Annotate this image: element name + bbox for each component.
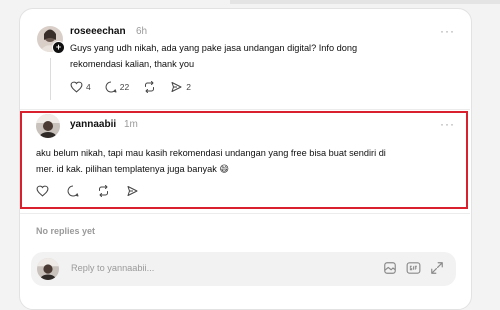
share-button[interactable]: 2 [170, 81, 191, 93]
divider-bottom [20, 213, 470, 214]
comment-icon [105, 81, 117, 93]
repost-button[interactable] [143, 81, 156, 93]
plus-icon[interactable]: + [52, 41, 65, 54]
parent-actions: 4 22 2 [70, 81, 205, 93]
thread-line [50, 58, 51, 100]
top-strip [230, 0, 500, 4]
reply-placeholder[interactable]: Reply to yannaabii... [71, 263, 154, 273]
share-count: 2 [186, 82, 191, 92]
like-button[interactable]: 4 [70, 81, 91, 93]
highlight-box [20, 111, 468, 209]
parent-post-text-line1: Guys yang udh nikah, ada yang pake jasa … [70, 43, 358, 53]
gif-icon[interactable] [406, 261, 421, 280]
parent-timestamp: 6h [136, 26, 148, 37]
repost-icon [143, 81, 156, 93]
reply-input-avatar [37, 258, 59, 280]
no-replies-label: No replies yet [36, 226, 96, 236]
reply-input[interactable]: Reply to yannaabii... [31, 252, 456, 286]
divider-top [20, 109, 470, 110]
comment-button[interactable]: 22 [105, 81, 129, 93]
parent-post-text-line2: rekomendasi kalian, thank you [70, 59, 195, 69]
parent-username[interactable]: roseeechan [70, 26, 126, 37]
heart-icon [70, 81, 83, 93]
like-count: 4 [86, 82, 91, 92]
image-icon[interactable] [383, 261, 397, 280]
comment-count: 22 [119, 82, 130, 92]
parent-more-button[interactable]: ··· [440, 24, 455, 38]
expand-icon[interactable] [430, 261, 444, 280]
share-icon [170, 81, 183, 93]
reply-input-tools [374, 261, 444, 280]
